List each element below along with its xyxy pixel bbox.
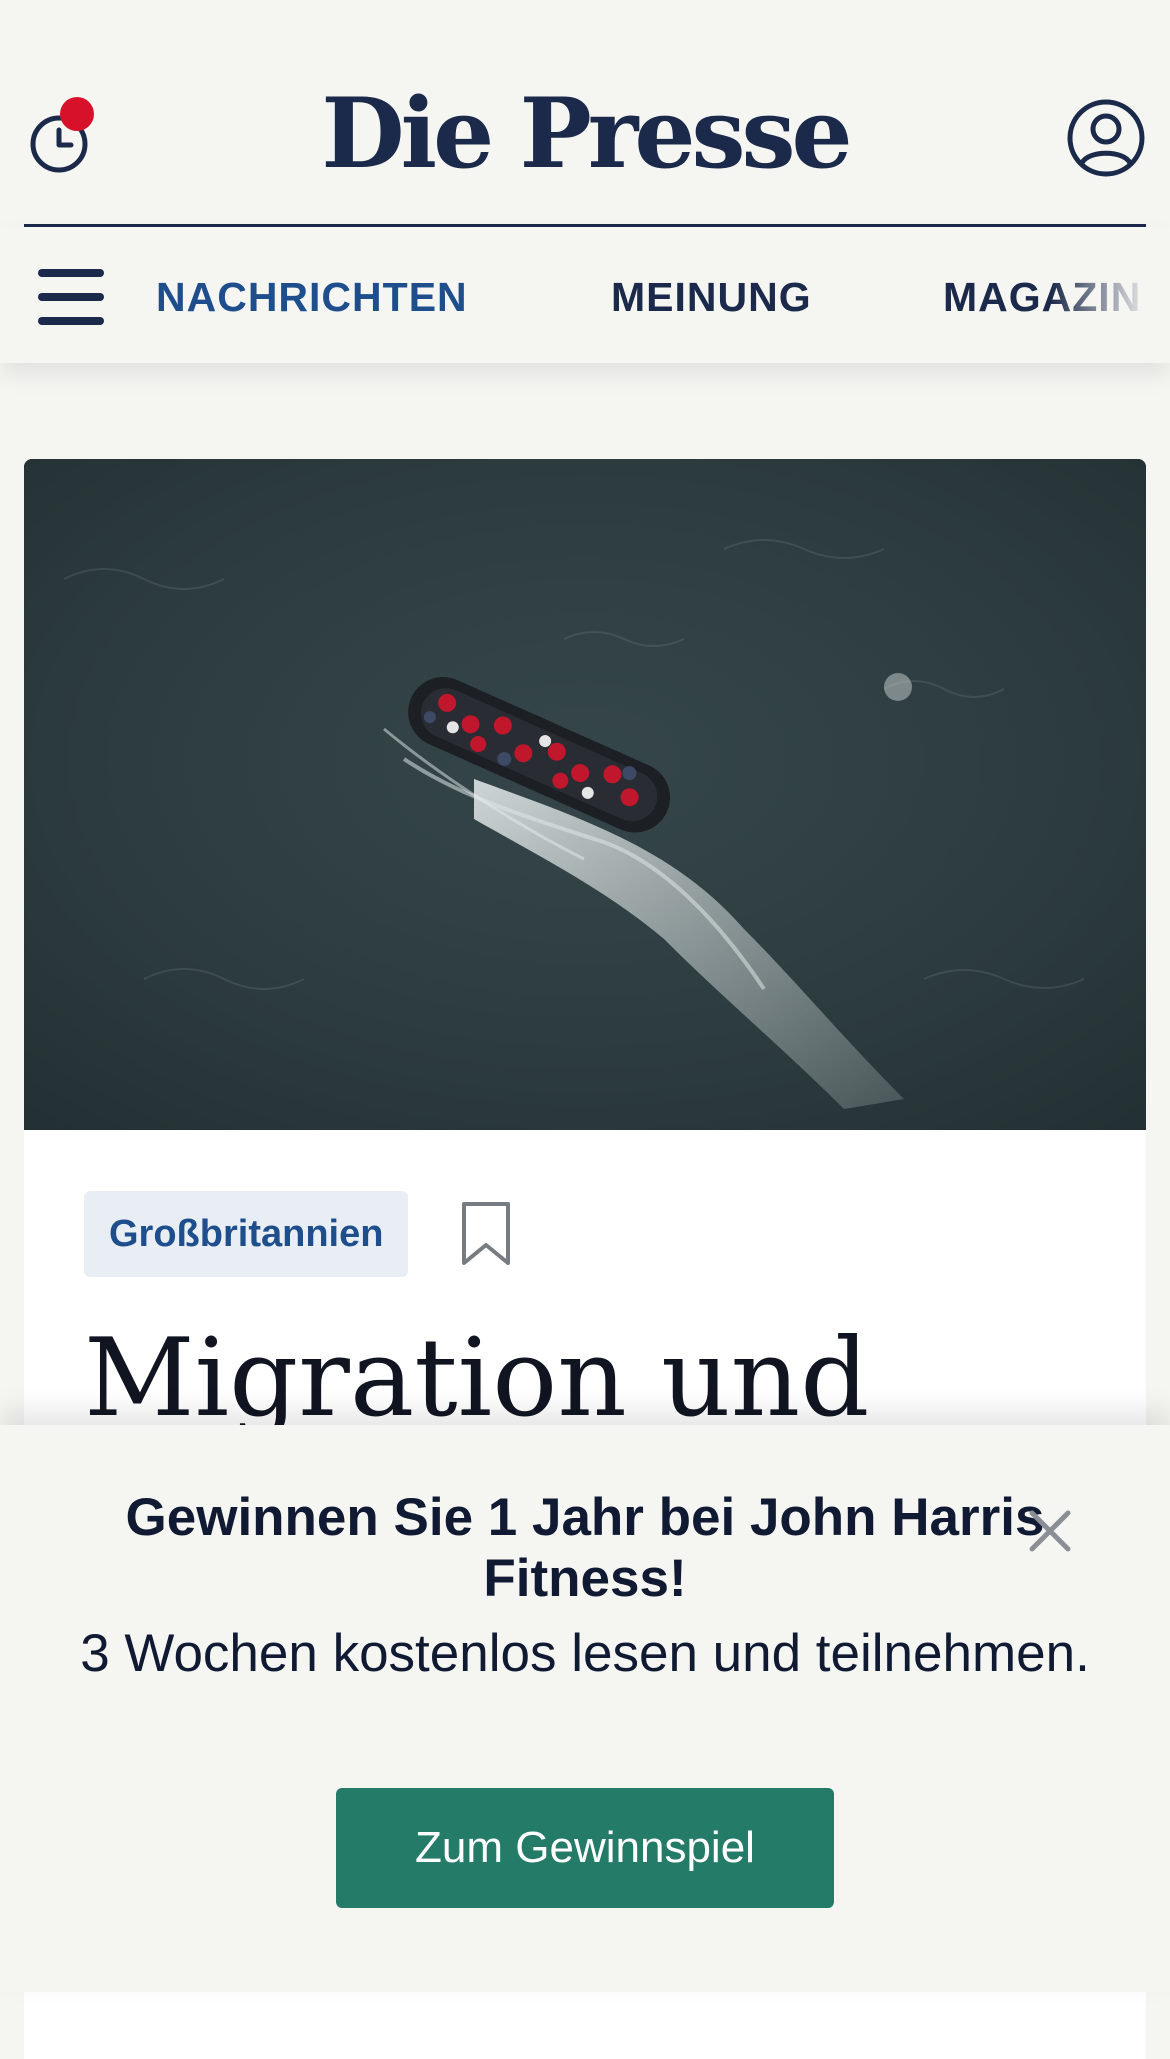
article-image[interactable] — [24, 459, 1146, 1130]
promo-banner: Gewinnen Sie 1 Jahr bei John Harris Fitn… — [0, 1425, 1170, 1992]
category-tag[interactable]: Großbritannien — [84, 1191, 409, 1277]
promo-subtitle: 3 Wochen kostenlos lesen und teilnehmen. — [80, 1624, 1090, 1683]
site-header: Die Presse — [0, 0, 1170, 227]
nav-item-nachrichten[interactable]: NACHRICHTEN — [156, 273, 468, 321]
nav-item-meinung[interactable]: MEINUNG — [611, 273, 812, 321]
promo-title: Gewinnen Sie 1 Jahr bei John Harris Fitn… — [125, 1488, 1045, 1608]
bookmark-icon — [462, 1202, 510, 1265]
boat-photo — [24, 459, 1146, 1130]
hamburger-menu-icon[interactable] — [38, 269, 106, 325]
account-button[interactable] — [1066, 98, 1146, 178]
contest-cta-button[interactable]: Zum Gewinnspiel — [336, 1788, 834, 1908]
user-account-icon — [1067, 99, 1145, 177]
close-button[interactable] — [1024, 1505, 1076, 1557]
article-headline[interactable]: Migration und — [84, 1319, 1084, 1439]
nav-scroll-fade — [1050, 227, 1170, 363]
bookmark-button[interactable] — [460, 1201, 512, 1267]
site-logo[interactable]: Die Presse — [0, 82, 1170, 186]
close-icon — [1029, 1510, 1071, 1552]
section-nav: NACHRICHTEN MEINUNG MAGAZIN — [0, 227, 1170, 363]
